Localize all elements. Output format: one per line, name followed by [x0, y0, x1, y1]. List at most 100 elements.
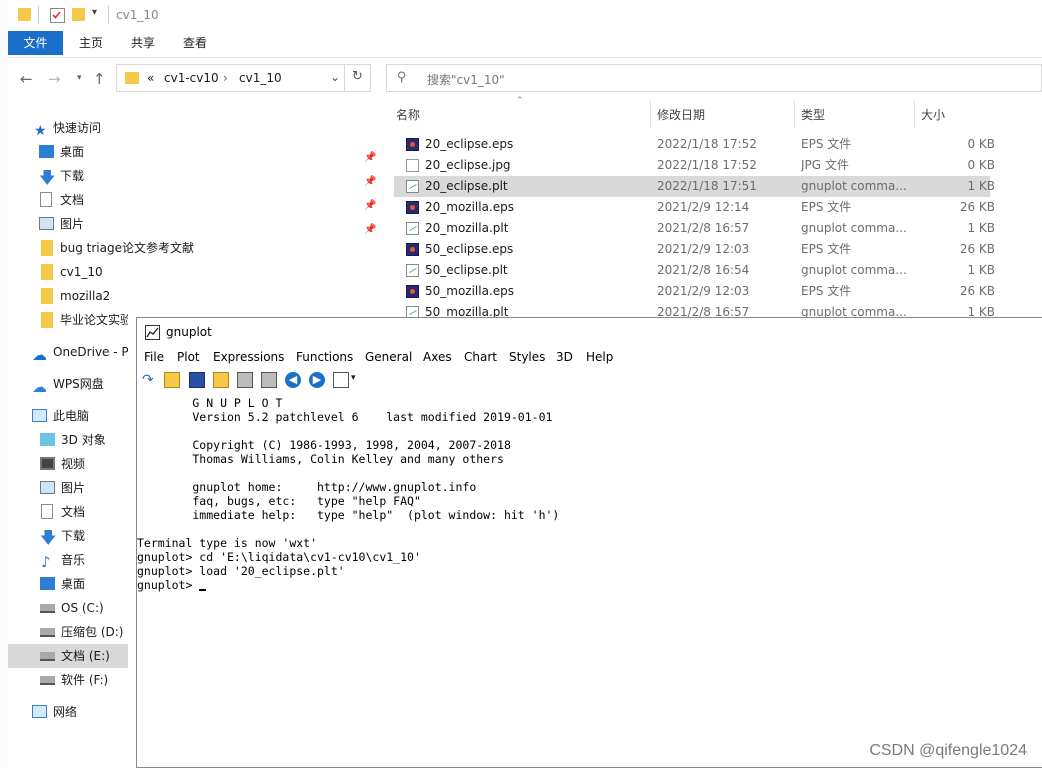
nav-drive-c[interactable]: OS (C:): [8, 596, 128, 620]
nav-pc-desktop[interactable]: 桌面: [8, 572, 128, 596]
menu-help[interactable]: Help: [586, 350, 613, 364]
file-row[interactable]: 20_eclipse.plt 2022/1/18 17:51 gnuplot com…: [394, 176, 995, 197]
breadcrumb-cv1_10[interactable]: cv1_10: [239, 71, 282, 85]
nav-pinned-documents[interactable]: 文档 📌: [8, 188, 378, 212]
address-dropdown-chevron-icon[interactable]: ⌄: [330, 70, 340, 84]
plt-file-icon: [406, 222, 419, 235]
file-row[interactable]: 20_mozilla.eps 2021/2/9 12:14 EPS 文件 26 KB: [394, 197, 995, 218]
nav-pc-pictures[interactable]: 图片: [8, 476, 128, 500]
nav-pc-3d-objects[interactable]: 3D 对象: [8, 428, 128, 452]
music-note-icon: ♪: [41, 553, 51, 571]
nav-label: 下载: [61, 529, 86, 543]
properties-icon[interactable]: [50, 8, 65, 23]
save-disk-icon[interactable]: [189, 372, 205, 388]
file-row[interactable]: 20_mozilla.plt 2021/2/8 16:57 gnuplot comm…: [394, 218, 995, 239]
column-name[interactable]: 名称: [396, 106, 420, 123]
nav-folder-thesis[interactable]: 毕业论文实验: [8, 308, 128, 332]
file-row[interactable]: 50_eclipse.eps 2021/2/9 12:03 EPS 文件 26 KB: [394, 239, 995, 260]
menu-axes[interactable]: Axes: [423, 350, 452, 364]
tab-view[interactable]: 查看: [172, 31, 218, 55]
column-divider[interactable]: [914, 100, 915, 128]
nav-folder-bug-triage[interactable]: bug triage论文参考文献: [8, 236, 378, 260]
console-text: Terminal type is now 'wxt': [137, 536, 318, 550]
search-input[interactable]: ⚲ 搜索"cv1_10": [386, 64, 1042, 92]
watermark: CSDN @qifengle1024: [869, 742, 1027, 759]
nav-pc-music[interactable]: ♪ 音乐: [8, 548, 128, 572]
prev-arrow-icon[interactable]: ◀: [285, 372, 301, 388]
open-folder-icon[interactable]: [164, 372, 180, 388]
print-setup-icon[interactable]: [261, 372, 277, 388]
nav-folder-cv1_10[interactable]: cv1_10: [8, 260, 378, 284]
menu-3d[interactable]: 3D: [556, 350, 573, 364]
options-icon[interactable]: [333, 372, 349, 388]
column-date[interactable]: 修改日期: [657, 106, 705, 123]
next-arrow-icon[interactable]: ▶: [309, 372, 325, 388]
file-type: EPS 文件: [801, 200, 852, 214]
console-line: Copyright (C) 1986-1993, 1998, 2004, 200…: [137, 438, 511, 452]
nav-pinned-desktop[interactable]: 桌面 📌: [8, 140, 378, 164]
file-row[interactable]: 50_eclipse.plt 2021/2/8 16:54 gnuplot comm…: [394, 260, 995, 281]
console-text: Copyright (C) 1986-1993, 1998, 2004, 200…: [137, 438, 511, 452]
column-divider[interactable]: [794, 100, 795, 128]
gnuplot-app-icon: [145, 325, 160, 340]
nav-folder-mozilla2[interactable]: mozilla2: [8, 284, 378, 308]
menu-chart[interactable]: Chart: [464, 350, 497, 364]
nav-wps[interactable]: ☁ WPS网盘: [8, 372, 128, 396]
column-type[interactable]: 类型: [801, 106, 825, 123]
file-date: 2022/1/18 17:52: [657, 137, 757, 151]
breadcrumb-cv1-cv10[interactable]: cv1-cv10: [164, 71, 219, 85]
nav-drive-d[interactable]: 压缩包 (D:): [8, 620, 128, 644]
forward-arrow-icon[interactable]: →: [48, 70, 61, 88]
menu-expressions[interactable]: Expressions: [213, 350, 284, 364]
file-size: 26 KB: [959, 200, 995, 214]
breadcrumb-overflow[interactable]: «: [147, 71, 154, 85]
nav-pc-documents[interactable]: 文档: [8, 500, 128, 524]
replot-icon[interactable]: ↷: [142, 372, 158, 388]
folder-icon: [125, 72, 139, 84]
cube-icon: [40, 433, 55, 446]
menu-plot[interactable]: Plot: [177, 350, 200, 364]
nav-network[interactable]: 网络: [8, 700, 128, 724]
file-row[interactable]: 20_eclipse.eps 2022/1/18 17:52 EPS 文件 0 KB: [394, 134, 995, 155]
column-size[interactable]: 大小: [921, 106, 945, 123]
nav-pc-downloads[interactable]: 🡇 下载: [8, 524, 128, 548]
address-bar[interactable]: « cv1-cv10 › cv1_10 ⌄: [116, 64, 371, 92]
tab-share[interactable]: 共享: [120, 31, 166, 55]
tab-home[interactable]: 主页: [68, 31, 114, 55]
nav-onedrive[interactable]: ☁ OneDrive - P: [8, 340, 128, 364]
new-folder-icon[interactable]: [72, 8, 85, 21]
change-dir-icon[interactable]: [213, 372, 229, 388]
gnuplot-menubar: File Plot Expressions Functions General …: [137, 348, 1042, 368]
menu-general[interactable]: General: [365, 350, 412, 364]
file-row[interactable]: 20_eclipse.jpg 2022/1/18 17:52 JPG 文件 0 KB: [394, 155, 995, 176]
up-arrow-icon[interactable]: ↑: [93, 70, 106, 88]
folder-icon: [41, 312, 53, 328]
nav-pinned-pictures[interactable]: 图片 📌: [8, 212, 378, 236]
nav-quick-access[interactable]: ★ 快速访问: [8, 116, 378, 140]
nav-drive-e[interactable]: 文档 (E:): [8, 644, 128, 668]
options-chevron-icon[interactable]: ▾: [351, 373, 356, 383]
back-arrow-icon[interactable]: ←: [20, 70, 33, 88]
folder-icon[interactable]: [18, 8, 31, 21]
nav-label: WPS网盘: [53, 377, 104, 391]
nav-pc-videos[interactable]: 视频: [8, 452, 128, 476]
console-text: gnuplot>: [137, 578, 200, 592]
nav-this-pc[interactable]: 此电脑: [8, 404, 128, 428]
column-divider[interactable]: [650, 100, 651, 128]
customize-qat-chevron-icon[interactable]: ▾: [92, 7, 97, 18]
nav-pinned-downloads[interactable]: 🡇 下载 📌: [8, 164, 378, 188]
menu-styles[interactable]: Styles: [509, 350, 545, 364]
print-icon[interactable]: [237, 372, 253, 388]
nav-drive-f[interactable]: 软件 (F:): [8, 668, 128, 692]
file-name: 20_mozilla.eps: [425, 200, 515, 214]
refresh-button[interactable]: ↻: [344, 64, 372, 92]
gnuplot-console[interactable]: G N U P L O T Version 5.2 patchlevel 6 l…: [137, 396, 1042, 768]
nav-label: mozilla2: [60, 289, 111, 303]
menu-functions[interactable]: Functions: [296, 350, 353, 364]
recent-chevron-icon[interactable]: ▾: [77, 73, 82, 83]
menu-file[interactable]: File: [144, 350, 164, 364]
tab-file[interactable]: 文件: [8, 31, 63, 55]
gnuplot-titlebar[interactable]: gnuplot: [137, 318, 1042, 348]
file-row[interactable]: 50_mozilla.eps 2021/2/9 12:03 EPS 文件 26 KB: [394, 281, 995, 302]
nav-label: 文档: [60, 193, 85, 207]
